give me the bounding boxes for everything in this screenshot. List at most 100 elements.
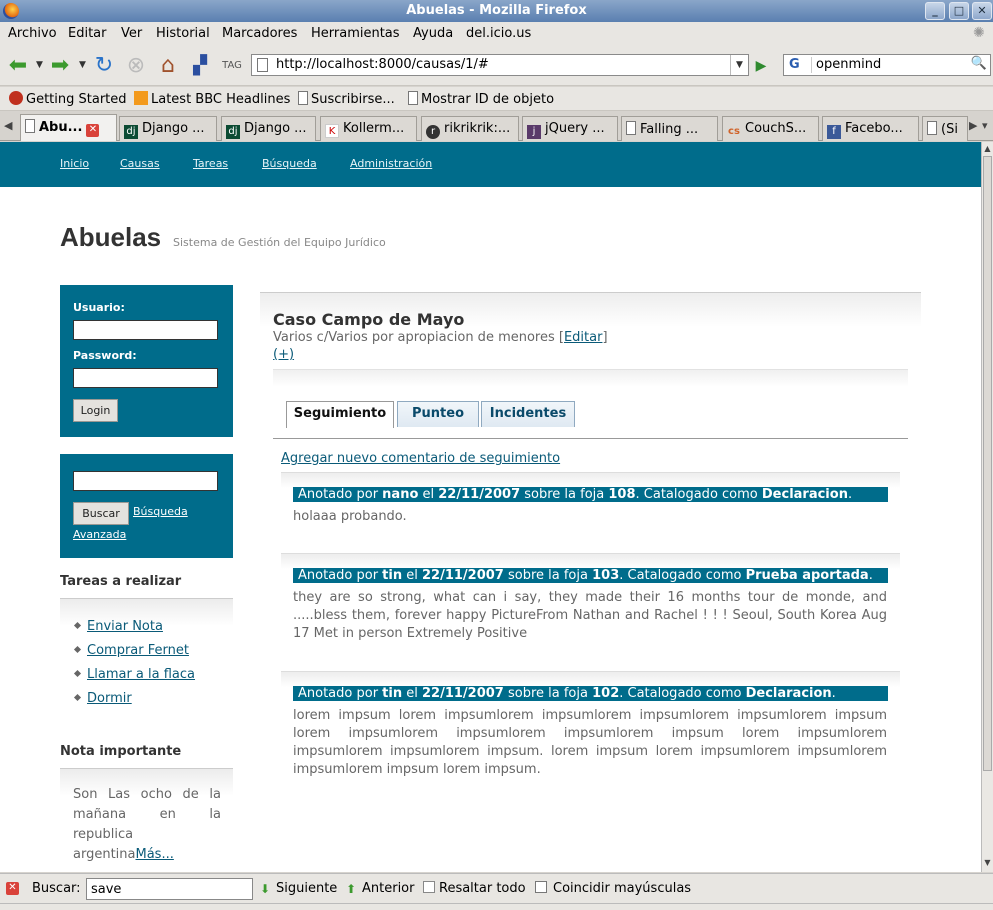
go-icon[interactable]: ▶ bbox=[752, 57, 770, 75]
buscar-button[interactable]: Buscar bbox=[73, 502, 129, 525]
django-icon: dj bbox=[124, 125, 138, 139]
task-dormir[interactable]: Dormir bbox=[87, 691, 132, 706]
tab-punteo[interactable]: Punteo bbox=[397, 401, 479, 427]
tab-scroll-right-icon[interactable]: ▶ bbox=[969, 119, 977, 132]
stop-icon[interactable]: ⊗ bbox=[122, 52, 150, 80]
url-dropdown-icon[interactable]: ▼ bbox=[730, 55, 748, 75]
tab-jquery[interactable]: j jQuery ... bbox=[522, 116, 618, 141]
edit-case-link[interactable]: Editar bbox=[564, 330, 603, 345]
advanced-search-link[interactable]: Búsqueda bbox=[133, 505, 188, 518]
menu-editar[interactable]: Editar bbox=[68, 26, 107, 41]
bookmark-getting-started[interactable]: Getting Started bbox=[9, 91, 127, 107]
menu-ayuda[interactable]: Ayuda bbox=[413, 26, 453, 41]
task-llamar-flaca[interactable]: Llamar a la flaca bbox=[87, 667, 195, 682]
tab-label: jQuery ... bbox=[545, 121, 605, 136]
entry-category: Declaracion bbox=[745, 686, 832, 701]
advanced-search-link-2[interactable]: Avanzada bbox=[73, 528, 126, 541]
entry-author: nano bbox=[382, 487, 419, 502]
task-comprar-fernet[interactable]: Comprar Fernet bbox=[87, 643, 189, 658]
close-window-button[interactable]: ✕ bbox=[972, 2, 992, 20]
task-enviar-nota[interactable]: Enviar Nota bbox=[87, 619, 163, 634]
scroll-up-icon[interactable]: ▲ bbox=[982, 144, 993, 156]
find-input[interactable] bbox=[86, 878, 253, 900]
case-title: Caso Campo de Mayo bbox=[273, 310, 465, 329]
entry-foja: 108 bbox=[608, 487, 636, 502]
tab-django-1[interactable]: dj Django ... bbox=[119, 116, 217, 141]
tab-couchs[interactable]: cs CouchS... bbox=[722, 116, 819, 141]
note-more-link[interactable]: Más... bbox=[136, 847, 174, 862]
login-box: Usuario: Password: Login bbox=[60, 285, 233, 437]
back-icon[interactable]: ⬅ bbox=[4, 52, 32, 80]
add-comment-link[interactable]: Agregar nuevo comentario de seguimiento bbox=[281, 451, 560, 466]
expand-case-link[interactable]: (+) bbox=[273, 347, 294, 362]
find-next-button[interactable]: ⬇ Siguiente bbox=[260, 881, 337, 896]
nav-causas[interactable]: Causas bbox=[120, 157, 160, 170]
search-engine-icon[interactable]: G bbox=[786, 57, 812, 73]
highlight-all-button[interactable]: Resaltar todo bbox=[423, 881, 526, 896]
search-icon[interactable]: 🔍 bbox=[970, 56, 988, 74]
site-search-box: Buscar Búsqueda Avanzada bbox=[60, 454, 233, 558]
tab-django-2[interactable]: dj Django ... bbox=[221, 116, 316, 141]
tab-rikrikrik[interactable]: r rikrikrik:... bbox=[421, 116, 519, 141]
menu-delicious[interactable]: del.icio.us bbox=[466, 26, 531, 41]
back-dropdown-icon[interactable]: ▼ bbox=[36, 60, 43, 70]
tab-abuelas[interactable]: Abu... ✕ bbox=[20, 114, 117, 141]
bookmark-mostrar-id[interactable]: Mostrar ID de objeto bbox=[408, 91, 554, 107]
login-button[interactable]: Login bbox=[73, 399, 118, 422]
scroll-down-icon[interactable]: ▼ bbox=[982, 858, 993, 870]
page-icon bbox=[626, 121, 636, 135]
tab-scroll-left-icon[interactable]: ◀ bbox=[4, 119, 12, 132]
nav-tareas[interactable]: Tareas bbox=[193, 157, 228, 170]
nav-inicio[interactable]: Inicio bbox=[60, 157, 89, 170]
tab-falling[interactable]: Falling ... bbox=[621, 116, 718, 141]
tab-label: Django ... bbox=[244, 121, 307, 136]
username-input[interactable] bbox=[73, 320, 218, 340]
web-search-input[interactable] bbox=[816, 57, 966, 72]
forward-dropdown-icon[interactable]: ▼ bbox=[79, 60, 86, 70]
page-icon bbox=[257, 58, 268, 72]
note-text: Son Las ocho de la mañana en la republic… bbox=[73, 785, 221, 865]
home-icon[interactable]: ⌂ bbox=[154, 52, 182, 80]
web-search-bar[interactable]: G 🔍 bbox=[783, 54, 991, 76]
tab-seguimiento[interactable]: Seguimiento bbox=[286, 401, 394, 428]
tab-si[interactable]: (Si bbox=[922, 116, 968, 141]
throbber-icon: ✺ bbox=[973, 25, 985, 41]
tab-kollerm[interactable]: K Kollerm... bbox=[320, 116, 417, 141]
menu-herramientas[interactable]: Herramientas bbox=[311, 26, 400, 41]
password-input[interactable] bbox=[73, 368, 218, 388]
nav-administracion[interactable]: Administración bbox=[350, 157, 432, 170]
forward-icon[interactable]: ➡ bbox=[46, 52, 74, 80]
page-icon bbox=[298, 91, 308, 105]
url-bar[interactable]: ▼ bbox=[251, 54, 749, 76]
tab-incidentes[interactable]: Incidentes bbox=[481, 401, 575, 427]
menu-ver[interactable]: Ver bbox=[121, 26, 142, 41]
minimize-button[interactable]: _ bbox=[925, 2, 945, 20]
tab-label: Facebo... bbox=[845, 121, 903, 136]
maximize-button[interactable]: □ bbox=[949, 2, 969, 20]
all-tabs-dropdown-icon[interactable]: ▾ bbox=[982, 119, 988, 132]
meta-text: . Catalogado como bbox=[619, 568, 746, 583]
meta-text: el bbox=[402, 686, 422, 701]
window-title: Abuelas - Mozilla Firefox bbox=[406, 3, 587, 18]
site-search-input[interactable] bbox=[73, 471, 218, 491]
nav-busqueda[interactable]: Búsqueda bbox=[262, 157, 317, 170]
close-tab-icon[interactable]: ✕ bbox=[86, 124, 100, 137]
match-case-checkbox[interactable]: Coincidir mayúsculas bbox=[535, 881, 691, 896]
screen-grab-icon[interactable]: ▞ bbox=[186, 52, 214, 80]
find-previous-button[interactable]: ⬆ Anterior bbox=[346, 881, 414, 896]
vertical-scrollbar[interactable]: ▲ ▼ bbox=[981, 142, 993, 872]
menu-historial[interactable]: Historial bbox=[156, 26, 210, 41]
reload-icon[interactable]: ↻ bbox=[90, 52, 118, 80]
bookmark-bbc[interactable]: Latest BBC Headlines bbox=[134, 91, 290, 107]
menu-archivo[interactable]: Archivo bbox=[8, 26, 57, 41]
url-input[interactable] bbox=[276, 57, 726, 72]
close-find-bar-icon[interactable]: ✕ bbox=[6, 882, 19, 895]
tab-facebook[interactable]: f Facebo... bbox=[822, 116, 919, 141]
bookmark-suscribirse[interactable]: Suscribirse... bbox=[298, 91, 395, 107]
tag-icon[interactable]: TAG bbox=[218, 52, 246, 80]
bullet-icon bbox=[73, 669, 82, 678]
entry-body: lorem impsum lorem impsumlorem impsumlor… bbox=[293, 708, 887, 777]
menu-marcadores[interactable]: Marcadores bbox=[222, 26, 297, 41]
scrollbar-thumb[interactable] bbox=[983, 156, 992, 771]
bullet-icon bbox=[73, 645, 82, 654]
